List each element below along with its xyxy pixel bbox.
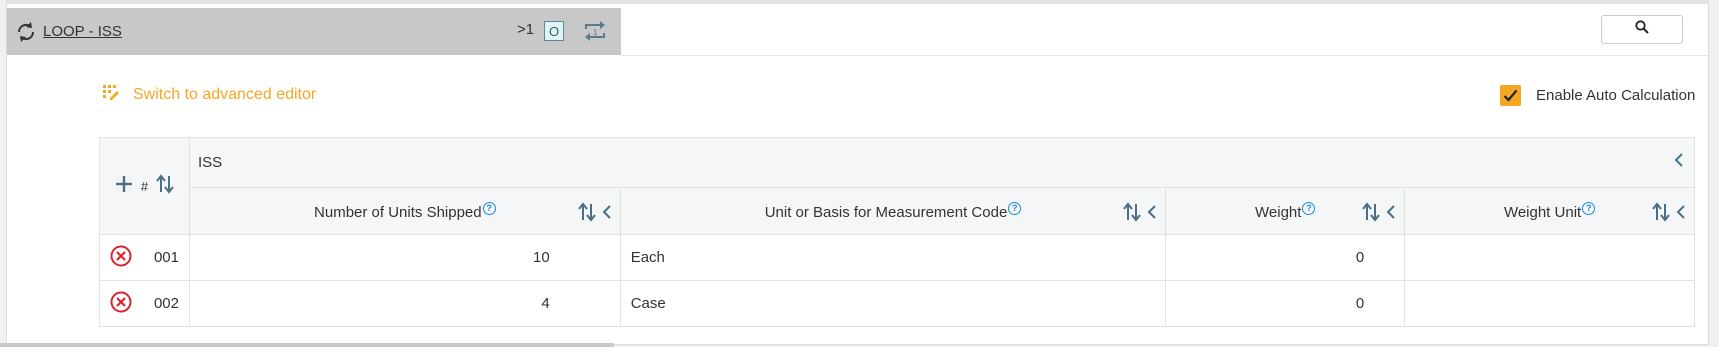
repeat-icon[interactable]: 1 — [583, 20, 607, 42]
help-icon[interactable]: ? — [482, 201, 496, 215]
grid-edit-icon — [103, 84, 119, 105]
auto-calculation-toggle[interactable]: Enable Auto Calculation — [1500, 85, 1695, 106]
help-icon[interactable]: ? — [1582, 201, 1596, 215]
remove-circle-icon[interactable] — [110, 245, 132, 271]
units-shipped-cell[interactable]: 4 — [188, 280, 621, 327]
sort-icon[interactable] — [1362, 202, 1380, 226]
search-button[interactable] — [1601, 15, 1683, 44]
row-controls: 002 — [99, 280, 190, 327]
help-icon[interactable]: ? — [1008, 201, 1022, 215]
group-title: ISS — [197, 154, 223, 171]
checkmark-icon — [1503, 89, 1518, 102]
loop-header[interactable]: LOOP - ISS >1 O 1 — [7, 8, 621, 55]
weight-unit-cell[interactable] — [1404, 280, 1695, 327]
units-shipped-cell[interactable]: 10 — [188, 234, 621, 281]
loop-footer-strip — [0, 343, 614, 347]
column-title: Weight Unit — [1503, 203, 1582, 221]
group-header-iss: ISS — [188, 137, 1696, 188]
sort-icon[interactable] — [156, 174, 174, 198]
weight-cell[interactable]: 0 — [1165, 280, 1406, 327]
loop-title[interactable]: LOOP - ISS — [43, 23, 122, 40]
row-controls: 001 — [99, 234, 190, 281]
column-header-weight-unit[interactable]: Weight Unit? — [1404, 187, 1695, 235]
search-icon — [1635, 20, 1649, 39]
column-title: Weight — [1255, 203, 1302, 221]
measurement-code-cell[interactable]: Case — [619, 280, 1167, 327]
chevron-left-icon[interactable] — [1147, 205, 1157, 223]
sort-icon[interactable] — [577, 202, 596, 226]
svg-text:1: 1 — [593, 28, 598, 37]
column-header-units-shipped[interactable]: Number of Units Shipped? — [188, 187, 621, 235]
repeat-count: >1 — [517, 21, 535, 38]
header-divider — [621, 55, 1710, 56]
table-row: 001 10 Each 0 — [99, 234, 1695, 281]
advanced-editor-link[interactable]: Switch to advanced editor — [103, 84, 316, 105]
weight-cell[interactable]: 0 — [1165, 234, 1406, 281]
help-icon[interactable]: ? — [1302, 201, 1316, 215]
weight-unit-cell[interactable] — [1404, 234, 1695, 281]
chevron-left-icon[interactable] — [1674, 153, 1684, 171]
column-header-measurement-code[interactable]: Unit or Basis for Measurement Code? — [619, 187, 1167, 235]
optional-badge: O — [544, 21, 564, 41]
row-number: 002 — [153, 295, 179, 312]
remove-circle-icon[interactable] — [110, 291, 132, 317]
chevron-left-icon[interactable] — [602, 205, 612, 223]
plus-icon[interactable] — [115, 175, 133, 197]
sort-icon[interactable] — [1652, 202, 1670, 226]
chevron-left-icon[interactable] — [1676, 205, 1686, 223]
advanced-editor-label[interactable]: Switch to advanced editor — [133, 86, 316, 104]
auto-calculation-checkbox[interactable] — [1500, 85, 1521, 106]
table-row: 002 4 Case 0 — [99, 280, 1695, 327]
auto-calculation-label: Enable Auto Calculation — [1536, 87, 1696, 104]
measurement-code-cell[interactable]: Each — [619, 234, 1167, 281]
sort-icon[interactable] — [1123, 202, 1142, 226]
column-title: Number of Units Shipped — [314, 203, 482, 221]
loop-panel: LOOP - ISS >1 O 1 Switch to advanced edi… — [6, 0, 1710, 345]
column-title: Unit or Basis for Measurement Code — [764, 203, 1008, 221]
chevron-left-icon[interactable] — [1386, 205, 1396, 223]
row-number-header: # — [140, 178, 149, 194]
column-header-weight[interactable]: Weight? — [1165, 187, 1406, 235]
row-controls-header: # — [99, 137, 190, 235]
refresh-icon[interactable] — [15, 21, 37, 43]
iss-table: # ISS Number of Units Shipped ? Unit or … — [99, 137, 1696, 327]
row-number: 001 — [153, 249, 179, 266]
